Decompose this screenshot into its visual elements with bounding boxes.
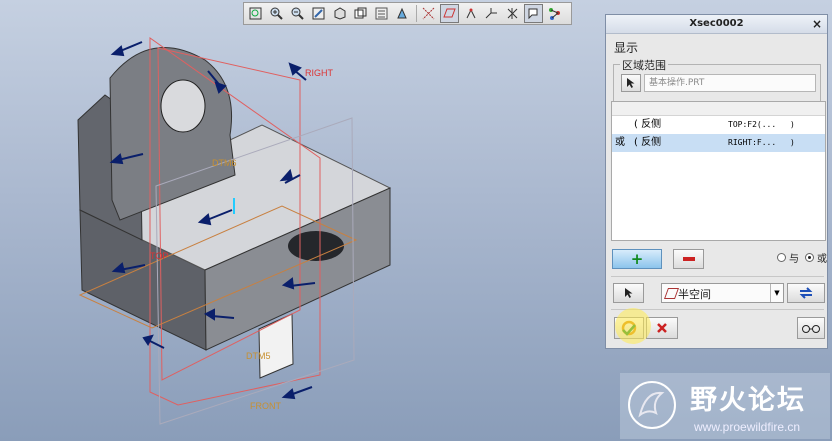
refit-icon[interactable] [246,4,265,23]
row-controls: + 与 或 [611,247,827,271]
flame-logo-icon [628,381,676,429]
glasses-icon [802,325,820,333]
toolbar-separator [416,5,417,22]
preview-button[interactable] [797,317,825,339]
network-icon[interactable] [545,4,564,23]
part-selection-field[interactable]: 基本操作.PRT [644,74,816,92]
and-radio[interactable] [777,253,786,262]
plane-list[interactable]: ( 反侧 TOP:F2(... ) 或 ( 反侧 RIGHT:F... ) [611,101,826,241]
shading-icon[interactable] [330,4,349,23]
label-right: RIGHT [305,68,334,78]
panel-title-text: Xsec0002 [689,18,744,29]
row-flip: ( 反侧 [634,137,662,148]
or-radio[interactable] [805,253,814,262]
zoom-out-icon[interactable] [288,4,307,23]
select-part-button[interactable] [621,74,641,92]
zoom-in-icon[interactable] [267,4,286,23]
spin-center-icon[interactable] [393,4,412,23]
pick-reference-button[interactable] [613,283,644,303]
close-icon [657,323,667,333]
view-toolbar [243,2,572,25]
click-highlight [615,308,651,344]
divider [611,309,824,310]
row-close-paren: ) [790,120,795,129]
row-close-paren: ) [790,138,795,147]
plane-list-header [612,102,825,116]
mode-controls: 半空间 ▼ [611,281,826,305]
part-top-hole [288,231,344,261]
row-reference: TOP:F2(... [728,120,777,129]
region-group: 区域范围 基本操作.PRT [613,57,821,106]
row-reference: RIGHT:F... [728,138,777,147]
mode-value: 半空间 [678,288,711,301]
part-ear-hole [160,79,206,133]
mode-dropdown[interactable]: 半空间 ▼ [661,283,784,303]
plane-row-1[interactable]: ( 反侧 TOP:F2(... ) [612,116,825,134]
repaint-icon[interactable] [309,4,328,23]
row-operator: 或 [615,137,625,148]
saved-views-icon[interactable] [351,4,370,23]
cursor-icon [627,78,635,88]
label-top: TOP [150,251,168,261]
row-flip: ( 反侧 [634,119,662,130]
remove-row-button[interactable] [673,249,704,269]
label-dtm6: DTM6 [212,158,237,168]
flip-icon [799,287,813,299]
point-tags-icon[interactable] [503,4,522,23]
plane-row-2[interactable]: 或 ( 反侧 RIGHT:F... ) [612,134,825,152]
layers-icon[interactable] [372,4,391,23]
watermark-title: 野火论坛 [690,385,806,416]
half-space-icon [663,288,680,299]
display-section-label: 显示 [614,41,639,55]
cursor-icon [624,288,632,298]
label-front: FRONT [250,401,281,411]
region-group-title: 区域范围 [620,57,668,73]
add-row-button[interactable]: + [612,249,662,269]
label-dtm5: DTM5 [246,351,271,361]
minus-icon [682,257,695,261]
datum-axes-icon[interactable] [419,4,438,23]
or-radio-label: 或 [817,254,827,265]
datum-planes-icon[interactable] [440,4,459,23]
coordinate-systems-icon[interactable] [482,4,501,23]
and-radio-label: 与 [789,254,799,265]
chevron-down-icon[interactable]: ▼ [770,284,783,302]
close-icon[interactable]: × [812,15,822,33]
datum-points-icon[interactable] [461,4,480,23]
divider [611,276,824,277]
flip-direction-button[interactable] [787,283,825,303]
panel-title: Xsec0002 × [606,15,827,34]
model-viewport[interactable]: RIGHT DTM6 DTM5 FRONT TOP [0,26,604,441]
annotation-icon[interactable] [524,4,543,23]
watermark-url: www.proewildfire.cn [694,420,801,434]
xsec-panel: Xsec0002 × 显示 区域范围 基本操作.PRT ( 反侧 TOP:F2(… [605,14,828,349]
